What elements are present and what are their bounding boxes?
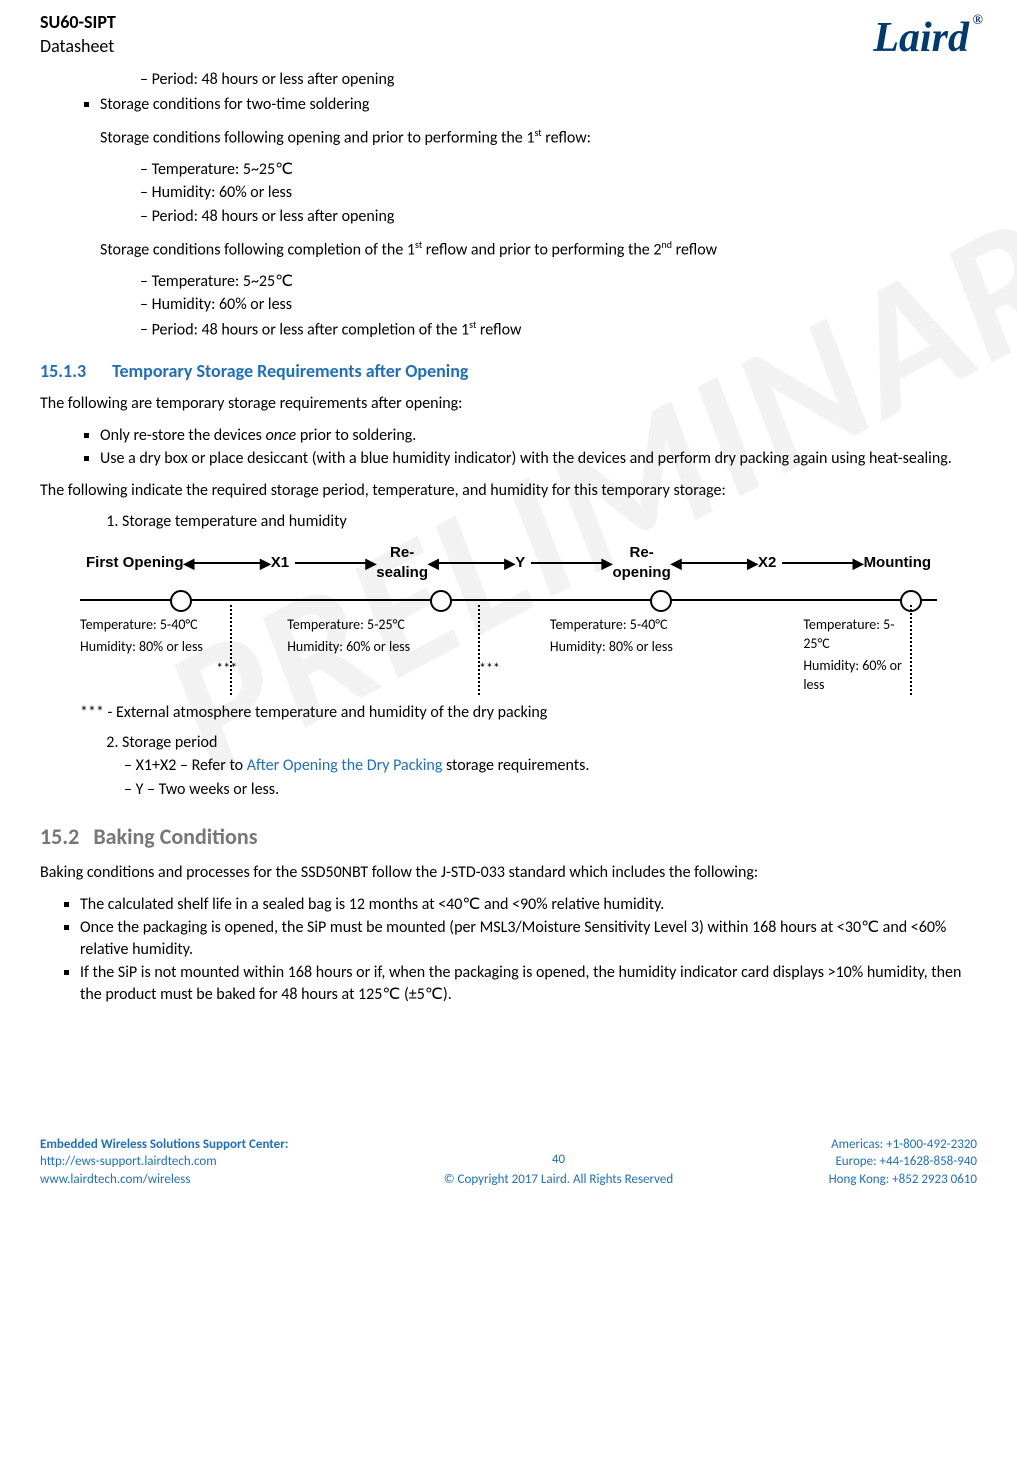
list-item: Storage temperature and humidity bbox=[122, 511, 977, 533]
text: X1+X2 – Refer to bbox=[136, 756, 247, 775]
page-number: 40 bbox=[288, 1151, 828, 1169]
text: reflow and prior to performing the 2 bbox=[422, 240, 661, 259]
square-list: Storage conditions for two-time solderin… bbox=[100, 94, 977, 116]
diagram-label: Mounting bbox=[864, 553, 931, 573]
arrow-icon bbox=[434, 562, 509, 564]
diagram-note: *** bbox=[80, 660, 237, 679]
list-item: Use a dry box or place desiccant (with a… bbox=[100, 448, 977, 470]
heading-number: 15.1.3 bbox=[40, 360, 86, 382]
list-item: If the SiP is not mounted within 168 hou… bbox=[80, 962, 977, 1005]
copyright: © Copyright 2017 Laird. All Rights Reser… bbox=[288, 1171, 828, 1189]
text: reflow bbox=[476, 320, 521, 339]
page-header: SU60-SIPT Datasheet Laird bbox=[40, 10, 977, 67]
diagram-label: Re- sealing bbox=[376, 543, 428, 584]
superscript: nd bbox=[661, 238, 672, 251]
dash-list: Period: 48 hours or less after opening bbox=[140, 69, 977, 91]
list-item: Once the packaging is opened, the SiP mu… bbox=[80, 917, 977, 960]
list-item: Temperature: 5~25℃ bbox=[140, 159, 977, 181]
diagram-label: Re- opening bbox=[612, 543, 670, 584]
heading-2: 15.2 Baking Conditions bbox=[40, 822, 977, 852]
diagram-text: Temperature: 5-40°C bbox=[550, 616, 753, 635]
ordered-list: Storage period X1+X2 – Refer to After Op… bbox=[100, 732, 977, 801]
divider-dotted bbox=[478, 605, 482, 695]
diagram-note: *** bbox=[287, 660, 500, 679]
diagram-text: Temperature: 5-25°C bbox=[287, 616, 500, 635]
diagram-label: X1 bbox=[271, 553, 289, 573]
emphasis: once bbox=[266, 426, 297, 445]
cross-ref-link[interactable]: After Opening the Dry Packing bbox=[247, 756, 443, 775]
square-list: The calculated shelf life in a sealed ba… bbox=[80, 894, 977, 1006]
paragraph: Storage conditions following completion … bbox=[100, 238, 977, 261]
heading-number: 15.2 bbox=[40, 823, 79, 850]
divider-dotted bbox=[910, 605, 914, 695]
diagram-text: Temperature: 5-40°C bbox=[80, 616, 237, 635]
footer-text: Embedded Wireless Solutions Support Cent… bbox=[40, 1136, 288, 1154]
footnote: *** - External atmosphere temperature an… bbox=[80, 702, 977, 724]
list-item: Storage period X1+X2 – Refer to After Op… bbox=[122, 732, 977, 801]
list-item: X1+X2 – Refer to After Opening the Dry P… bbox=[124, 755, 977, 777]
timeline-line bbox=[80, 599, 937, 601]
list-item: Period: 48 hours or less after opening bbox=[140, 69, 977, 91]
text: reflow: bbox=[542, 128, 591, 147]
text: storage requirements. bbox=[442, 756, 589, 775]
footer-text: Americas: +1-800-492-2320 bbox=[829, 1136, 977, 1154]
diagram-text: Humidity: 60% or less bbox=[803, 657, 917, 695]
diagram-label: Y bbox=[515, 553, 525, 573]
superscript: st bbox=[534, 126, 541, 139]
arrow-icon bbox=[531, 562, 606, 564]
diagram-label: X2 bbox=[758, 553, 776, 573]
timeline-node bbox=[170, 590, 192, 612]
text: Period: 48 hours or less after completio… bbox=[152, 320, 470, 339]
list-item: The calculated shelf life in a sealed ba… bbox=[80, 894, 977, 916]
text: prior to soldering. bbox=[296, 426, 416, 445]
list-item: Period: 48 hours or less after opening bbox=[140, 206, 977, 228]
footer-link[interactable]: www.lairdtech.com/wireless bbox=[40, 1171, 288, 1189]
diagram-text: Temperature: 5-25°C bbox=[803, 616, 917, 654]
list-item: Y – Two weeks or less. bbox=[124, 779, 977, 801]
brand-logo: Laird bbox=[873, 10, 977, 67]
timeline-diagram: First Opening X1 Re- sealing Y Re- openi… bbox=[80, 543, 937, 698]
text: Storage period bbox=[122, 733, 217, 752]
text: reflow bbox=[672, 240, 717, 259]
list-item: Only re-store the devices once prior to … bbox=[100, 425, 977, 447]
arrow-icon bbox=[782, 562, 857, 564]
arrow-icon bbox=[190, 562, 265, 564]
text: Storage conditions following completion … bbox=[100, 240, 415, 259]
paragraph: Storage conditions following opening and… bbox=[100, 126, 977, 149]
list-item: Humidity: 60% or less bbox=[140, 294, 977, 316]
timeline-node bbox=[650, 590, 672, 612]
diagram-text: Humidity: 60% or less bbox=[287, 638, 500, 657]
list-item: Storage conditions for two-time solderin… bbox=[100, 94, 977, 116]
page-footer: Embedded Wireless Solutions Support Cent… bbox=[0, 1136, 1017, 1203]
heading-3: 15.1.3 Temporary Storage Requirements aft… bbox=[40, 359, 977, 383]
diagram-text: Humidity: 80% or less bbox=[550, 638, 753, 657]
paragraph: The following indicate the required stor… bbox=[40, 480, 977, 502]
diagram-label: First Opening bbox=[86, 553, 184, 573]
timeline-node bbox=[430, 590, 452, 612]
footer-text: Hong Kong: +852 2923 0610 bbox=[829, 1171, 977, 1189]
text: Only re-store the devices bbox=[100, 426, 266, 445]
doc-subtitle: Datasheet bbox=[40, 34, 116, 58]
heading-text: Temporary Storage Requirements after Ope… bbox=[112, 360, 468, 382]
list-item: Humidity: 60% or less bbox=[140, 182, 977, 204]
text: Storage conditions following opening and… bbox=[100, 128, 534, 147]
divider-dotted bbox=[230, 605, 234, 695]
heading-text: Baking Conditions bbox=[93, 823, 257, 850]
dash-list: Temperature: 5~25℃ Humidity: 60% or less… bbox=[140, 271, 977, 341]
diagram-text: Humidity: 80% or less bbox=[80, 638, 237, 657]
square-list: Only re-store the devices once prior to … bbox=[100, 425, 977, 470]
footer-link[interactable]: http://ews-support.lairdtech.com bbox=[40, 1153, 288, 1171]
doc-title: SU60-SIPT bbox=[40, 10, 116, 34]
arrow-icon bbox=[677, 562, 752, 564]
ordered-list: Storage temperature and humidity bbox=[100, 511, 977, 533]
dash-list: Temperature: 5~25℃ Humidity: 60% or less… bbox=[140, 159, 977, 228]
list-item: Period: 48 hours or less after completio… bbox=[140, 318, 977, 341]
footer-text: Europe: +44-1628-858-940 bbox=[829, 1153, 977, 1171]
list-item: Temperature: 5~25℃ bbox=[140, 271, 977, 293]
paragraph: The following are temporary storage requ… bbox=[40, 393, 977, 415]
paragraph: Baking conditions and processes for the … bbox=[40, 862, 977, 884]
arrow-icon bbox=[295, 562, 370, 564]
diagram-column: Temperature: 5-40°C Humidity: 80% or les… bbox=[520, 613, 773, 698]
